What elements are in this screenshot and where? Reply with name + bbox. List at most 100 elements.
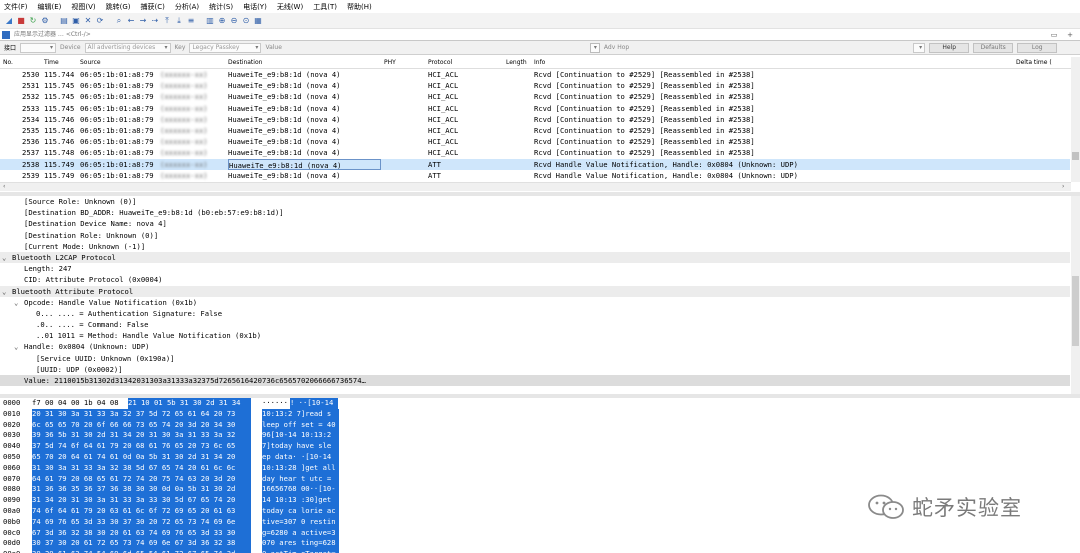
protocol-tree-item[interactable]: [Destination BD_ADDR: HuaweiTe_e9:b8:1d … (0, 207, 1070, 218)
packet-row[interactable]: 2535 115.746 06:05:1b:01:a8:79 (xxxxxx-xx) H… (0, 125, 1070, 136)
reload-icon[interactable]: ⟳ (95, 16, 105, 26)
scroll-right-icon[interactable]: › (1062, 183, 1064, 191)
expand-arrow-icon[interactable]: ⌄ (2, 252, 6, 263)
add-filter-icon[interactable]: + (1064, 31, 1076, 39)
col-time[interactable]: Time (44, 59, 59, 66)
goto-icon[interactable]: ⇢ (150, 16, 160, 26)
help-button[interactable]: Help (929, 42, 970, 53)
packet-row[interactable]: 2530 115.744 06:05:1b:01:a8:79 (xxxxxx-xx) H… (0, 69, 1070, 80)
protocol-tree-item[interactable]: 0... .... = Authentication Signature: Fa… (0, 308, 1070, 319)
ascii-bytes-selected[interactable]: 16656768 00··[10- (262, 484, 339, 496)
adv-checkbox[interactable] (589, 42, 600, 53)
menu-item[interactable]: 文件(F) (4, 2, 28, 12)
packet-list-hscrollbar[interactable]: ‹ › (0, 182, 1071, 191)
zoom-out-icon[interactable]: ⊖ (229, 16, 239, 26)
zoom-reset-icon[interactable]: ⊙ (241, 16, 251, 26)
colorize-icon[interactable]: ▥ (205, 16, 215, 26)
ascii-bytes-selected[interactable]: 7]today have sle (262, 441, 339, 452)
key-combo[interactable]: Legacy Passkey (189, 42, 262, 53)
ascii-bytes-selected[interactable]: 14 10:13 :30]get (262, 495, 339, 506)
details-scrollbar[interactable] (1071, 196, 1080, 394)
packet-row[interactable]: 2532 115.745 06:05:1b:01:a8:79 (xxxxxx-xx) H… (0, 91, 1070, 102)
capture-options-icon[interactable] (913, 42, 926, 53)
menu-item[interactable]: 电话(Y) (243, 2, 267, 12)
protocol-tree-item[interactable]: ⌄ Handle: 0x0804 (Unknown: UDP) (0, 341, 1070, 352)
bookmark-icon[interactable] (2, 30, 10, 39)
protocol-tree-item[interactable]: [Current Mode: Unknown (-1)] (0, 241, 1070, 252)
expand-arrow-icon[interactable]: ⌄ (14, 297, 18, 308)
protocol-tree-item[interactable]: [Destination Device Name: nova 4] (0, 218, 1070, 229)
hex-bytes-selected[interactable]: 30 37 30 20 61 72 65 73 74 69 6e 67 3d 3… (32, 538, 251, 550)
hex-bytes-selected[interactable]: 31 30 3a 31 33 3a 32 38 5d 67 65 74 20 6… (32, 462, 251, 474)
hex-bytes-selected[interactable]: 67 3d 36 32 38 30 20 61 63 74 69 76 65 3… (32, 527, 251, 539)
col-destination[interactable]: Destination (228, 59, 262, 66)
shark-fin-icon[interactable]: ◢ (4, 16, 14, 26)
expand-arrow-icon[interactable]: ⌄ (14, 341, 18, 352)
find-icon[interactable]: ⌕ (114, 16, 124, 26)
col-source[interactable]: Source (80, 59, 101, 66)
ascii-bytes-selected[interactable]: 10:13:2 7]read s (262, 408, 339, 420)
packet-row[interactable]: 2536 115.746 06:05:1b:01:a8:79 (xxxxxx-xx) H… (0, 136, 1070, 147)
col-no[interactable]: No. (3, 59, 13, 66)
packet-row[interactable]: 2539 115.749 06:05:1b:01:a8:79 (xxxxxx-xx) H… (0, 170, 1070, 181)
last-icon[interactable]: ⤓ (174, 16, 184, 26)
iface-combo[interactable] (20, 42, 57, 53)
filter-dropdown-icon[interactable]: ▭ (1048, 31, 1060, 39)
hex-bytes-selected[interactable]: 65 70 20 64 61 74 61 0d 0a 5b 31 30 2d 3… (32, 451, 251, 463)
menu-item[interactable]: 编辑(E) (38, 2, 62, 12)
scroll-thumb[interactable] (1072, 276, 1079, 346)
packet-row[interactable]: 2537 115.748 06:05:1b:01:a8:79 (xxxxxx-xx) H… (0, 147, 1070, 158)
col-protocol[interactable]: Protocol (428, 59, 452, 66)
hex-bytes-selected[interactable]: 31 36 36 35 36 37 36 38 30 30 0d 0a 5b 3… (32, 484, 251, 496)
scroll-thumb[interactable] (1072, 152, 1079, 160)
defaults-button[interactable]: Defaults (973, 42, 1014, 53)
hex-bytes-selected[interactable]: 30 20 61 63 74 54 69 6d 65 54 61 72 67 6… (32, 549, 251, 553)
ascii-bytes-selected[interactable]: day hear t utc = (262, 473, 339, 485)
ascii-bytes-selected[interactable]: ep data· ·[10-14 (262, 451, 339, 463)
forward-icon[interactable]: → (138, 16, 148, 26)
hex-bytes-selected[interactable]: 20 31 30 3a 31 33 3a 32 37 5d 72 65 61 6… (32, 408, 251, 420)
zoom-in-icon[interactable]: ⊕ (217, 16, 227, 26)
ascii-bytes-selected[interactable]: ! ··[10-14 (290, 398, 338, 409)
menu-item[interactable]: 视图(V) (71, 2, 95, 12)
col-length[interactable]: Length (506, 59, 527, 66)
protocol-tree-item[interactable]: Length: 247 (0, 263, 1070, 274)
hex-bytes-selected[interactable]: 74 69 76 65 3d 33 30 37 30 20 72 65 73 7… (32, 516, 251, 528)
col-info[interactable]: Info (534, 59, 545, 66)
ascii-bytes-selected[interactable]: g=6280 a active=3 (262, 527, 339, 539)
protocol-tree-item[interactable]: [Service UUID: Unknown (0x190a)] (0, 353, 1070, 364)
first-icon[interactable]: ⤒ (162, 16, 172, 26)
packet-row[interactable]: 2533 115.745 06:05:1b:01:a8:79 (xxxxxx-xx) H… (0, 103, 1070, 114)
protocol-tree-item[interactable]: [UUID: UDP (0x0002)] (0, 364, 1070, 375)
protocol-tree-item[interactable]: ⌄ Opcode: Handle Value Notification (0x1b… (0, 297, 1070, 308)
log-button[interactable]: Log (1017, 42, 1058, 53)
restart-icon[interactable]: ↻ (28, 16, 38, 26)
ascii-bytes-selected[interactable]: 96[10-14 10:13:2 (262, 430, 339, 442)
ascii-bytes-selected[interactable]: 070 ares ting=628 (262, 538, 339, 550)
autoscroll-icon[interactable]: ≡ (186, 16, 196, 26)
ascii-bytes[interactable]: ······ (262, 398, 288, 409)
display-filter-input[interactable] (10, 29, 1048, 40)
protocol-tree-header[interactable]: ⌄ Bluetooth Attribute Protocol (0, 285, 1070, 297)
menu-item[interactable]: 跳转(G) (106, 2, 131, 12)
hex-bytes-selected[interactable]: 74 6f 64 61 79 20 63 61 6c 6f 72 69 65 2… (32, 505, 251, 517)
scroll-left-icon[interactable]: ‹ (3, 183, 5, 191)
ascii-bytes-selected[interactable]: 10:13:28 ]get all (262, 462, 339, 474)
protocol-tree-item[interactable]: ..01 1011 = Method: Handle Value Notific… (0, 330, 1070, 341)
device-combo[interactable]: All advertising devices (84, 42, 171, 53)
hex-bytes-selected[interactable]: 6c 65 65 70 20 6f 66 66 73 65 74 20 3d 2… (32, 419, 251, 431)
hex-bytes-selected[interactable]: 39 36 5b 31 30 2d 31 34 20 31 30 3a 31 3… (32, 430, 251, 442)
packet-row[interactable]: 2538 115.749 06:05:1b:01:a8:79 (xxxxxx-xx) H… (0, 158, 1070, 170)
protocol-tree-item[interactable]: CID: Attribute Protocol (0x0004) (0, 274, 1070, 285)
expand-arrow-icon[interactable]: ⌄ (2, 286, 6, 297)
hex-bytes[interactable]: f7 00 04 00 1b 04 08 (32, 398, 119, 409)
options-icon[interactable]: ⚙ (40, 16, 50, 26)
menu-item[interactable]: 帮助(H) (347, 2, 372, 12)
protocol-tree-item[interactable]: .0.. .... = Command: False (0, 319, 1070, 330)
ascii-bytes-selected[interactable]: leep off set = 40 (262, 419, 339, 431)
protocol-tree-item[interactable]: [Source Role: Unknown (0)] (0, 196, 1070, 207)
menu-item[interactable]: 工具(T) (313, 2, 337, 12)
menu-item[interactable]: 统计(S) (209, 2, 233, 12)
protocol-tree-item[interactable]: Value: 2110015b31302d31342031303a31333a3… (0, 375, 1070, 387)
open-icon[interactable]: ▤ (59, 16, 69, 26)
